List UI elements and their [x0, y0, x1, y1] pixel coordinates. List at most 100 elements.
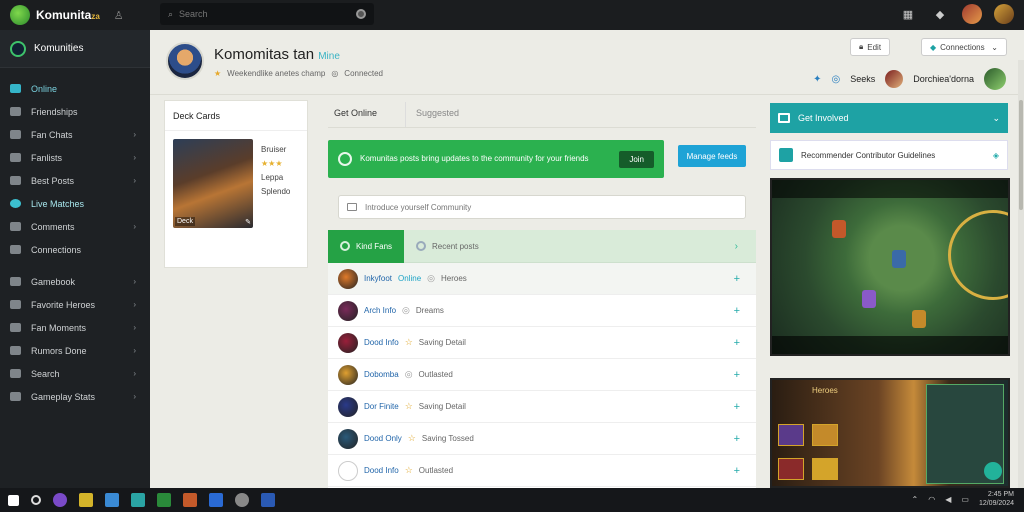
sidebar-item-friendships[interactable]: Friendships [0, 100, 150, 123]
add-icon[interactable]: + [734, 433, 740, 445]
sidebar-item-fan-chats[interactable]: Fan Chats › [0, 123, 150, 146]
game-icon[interactable] [183, 493, 197, 507]
avatar-secondary[interactable] [994, 4, 1014, 24]
sidebar-item-best-posts[interactable]: Best Posts › [0, 169, 150, 192]
add-icon[interactable]: + [734, 465, 740, 477]
sidebar-item-favorite-heroes[interactable]: Favorite Heroes › [0, 293, 150, 316]
folder-icon[interactable] [79, 493, 93, 507]
wifi-icon[interactable]: ◠ [928, 495, 935, 504]
fan-name[interactable]: Arch Info [364, 306, 396, 315]
fan-name[interactable]: Inkyfoot [364, 274, 392, 283]
tab-suggested[interactable]: Suggested [405, 102, 465, 127]
sidebar-item-connections[interactable]: Connections [0, 238, 150, 261]
search-input[interactable] [179, 9, 350, 19]
sidebar-item-rumors[interactable]: Rumors Done › [0, 339, 150, 362]
avatar[interactable] [338, 396, 358, 417]
post-input[interactable] [338, 195, 746, 219]
add-icon[interactable]: + [734, 273, 740, 285]
list-item[interactable]: Dood Info ☆ Saving Detail + [328, 327, 756, 359]
hero-card[interactable] [812, 424, 838, 446]
avatar[interactable] [338, 364, 358, 385]
edit-icon[interactable]: ✎ [245, 218, 251, 226]
pin-icon[interactable]: ◈ [993, 151, 999, 160]
chat-icon[interactable] [131, 493, 145, 507]
mail-icon[interactable] [105, 493, 119, 507]
user-name[interactable]: Dorchiea'dorna [913, 74, 974, 84]
hero-showcase-image[interactable]: Heroes [770, 378, 1010, 488]
chat-bubble-icon[interactable]: ◎ [831, 74, 840, 85]
hero-card[interactable] [778, 458, 804, 480]
fan-name[interactable]: Dood Info [364, 466, 399, 475]
sidebar-item-online[interactable]: Online [0, 77, 150, 100]
manage-feeds-button[interactable]: Manage feeds [678, 145, 746, 167]
seeks-link[interactable]: Seeks [850, 74, 875, 84]
get-involved-header[interactable]: Get Involved ⌄ [770, 103, 1008, 133]
add-icon[interactable]: + [734, 305, 740, 317]
chevron-right-icon[interactable]: › [735, 241, 738, 252]
browser-icon[interactable] [209, 493, 223, 507]
fan-name[interactable]: Dor Finite [364, 402, 399, 411]
sidebar-item-gamebook[interactable]: Gamebook › [0, 270, 150, 293]
terminal-icon[interactable] [157, 493, 171, 507]
list-item[interactable]: Dood Only ☆ Saving Tossed + [328, 423, 756, 455]
sidebar-item-live-matches[interactable]: Live Matches [0, 192, 150, 215]
avatar[interactable] [338, 460, 358, 481]
avatar[interactable] [338, 268, 358, 289]
list-item[interactable]: Dobomba ◎ Outlasted + [328, 359, 756, 391]
tab-recent-posts[interactable]: Recent posts [404, 241, 735, 251]
user-icon[interactable]: ♙ [114, 9, 124, 22]
game-screenshot[interactable] [770, 178, 1010, 356]
game-avatar[interactable] [984, 68, 1006, 90]
bell-icon[interactable]: ◆ [930, 4, 950, 24]
windows-icon[interactable] [8, 494, 19, 506]
avatar[interactable] [338, 428, 358, 449]
fan-name[interactable]: Dobomba [364, 370, 399, 379]
sidebar-item-comments[interactable]: Comments › [0, 215, 150, 238]
list-item[interactable]: Dood Info ☆ Outlasted + [328, 455, 756, 487]
fan-name[interactable]: Dood Info [364, 338, 399, 347]
edit-button[interactable]: 🔒︎ Edit [850, 38, 891, 56]
store-icon[interactable] [261, 493, 275, 507]
sidebar-item-fan-moments[interactable]: Fan Moments › [0, 316, 150, 339]
list-item[interactable]: Dor Finite ☆ Saving Detail + [328, 391, 756, 423]
avatar[interactable] [338, 300, 358, 321]
avatar[interactable] [338, 332, 358, 353]
settings-icon[interactable] [235, 493, 249, 507]
sidebar-item-search[interactable]: Search › [0, 362, 150, 385]
grid-icon[interactable]: ▦ [898, 4, 918, 24]
fan-name[interactable]: Dood Only [364, 434, 402, 443]
add-icon[interactable]: + [734, 337, 740, 349]
pin-icon[interactable]: ✦ [813, 74, 821, 85]
avatar[interactable] [962, 4, 982, 24]
hero-card[interactable] [812, 458, 838, 480]
hero-image[interactable]: Deck ✎ [173, 139, 253, 228]
user-avatar[interactable] [885, 70, 904, 88]
guidelines-row[interactable]: Recommender Contributor Guidelines ◈ [770, 140, 1008, 170]
sidebar-header[interactable]: Komunities [0, 30, 150, 68]
battery-icon[interactable]: ▭ [961, 495, 969, 504]
brand[interactable]: Komunitaza ♙ [0, 5, 150, 25]
post-field[interactable] [365, 202, 737, 212]
play-button[interactable] [984, 462, 1002, 480]
join-button[interactable]: Join [619, 150, 654, 168]
chevron-up-icon[interactable]: ⌃ [912, 495, 919, 504]
volume-icon[interactable]: ◀ [945, 495, 951, 504]
list-item[interactable]: Arch Info ◎ Dreams + [328, 295, 756, 327]
app-icon[interactable] [53, 493, 67, 507]
profile-avatar[interactable] [166, 42, 204, 80]
search-bar[interactable]: ⌕ [160, 3, 374, 25]
sidebar-item-gameplay-stats[interactable]: Gameplay Stats › [0, 385, 150, 408]
sidebar-item-fanlists[interactable]: Fanlists › [0, 146, 150, 169]
scrollbar-thumb[interactable] [1019, 100, 1023, 210]
connections-button[interactable]: ◆ Connections ⌄ [921, 38, 1007, 56]
tab-get-online[interactable]: Get Online [328, 102, 383, 127]
add-icon[interactable]: + [734, 401, 740, 413]
scrollbar[interactable] [1018, 60, 1024, 512]
search-icon[interactable] [31, 495, 41, 505]
list-item[interactable]: Inkyfoot Online ◎ Heroes + [328, 263, 756, 295]
clock[interactable]: 2:45 PM 12/09/2024 [979, 490, 1014, 508]
tab-kind-fans[interactable]: Kind Fans [328, 229, 405, 263]
hero-card[interactable] [778, 424, 804, 446]
add-icon[interactable]: + [734, 369, 740, 381]
mic-icon[interactable] [356, 9, 366, 19]
